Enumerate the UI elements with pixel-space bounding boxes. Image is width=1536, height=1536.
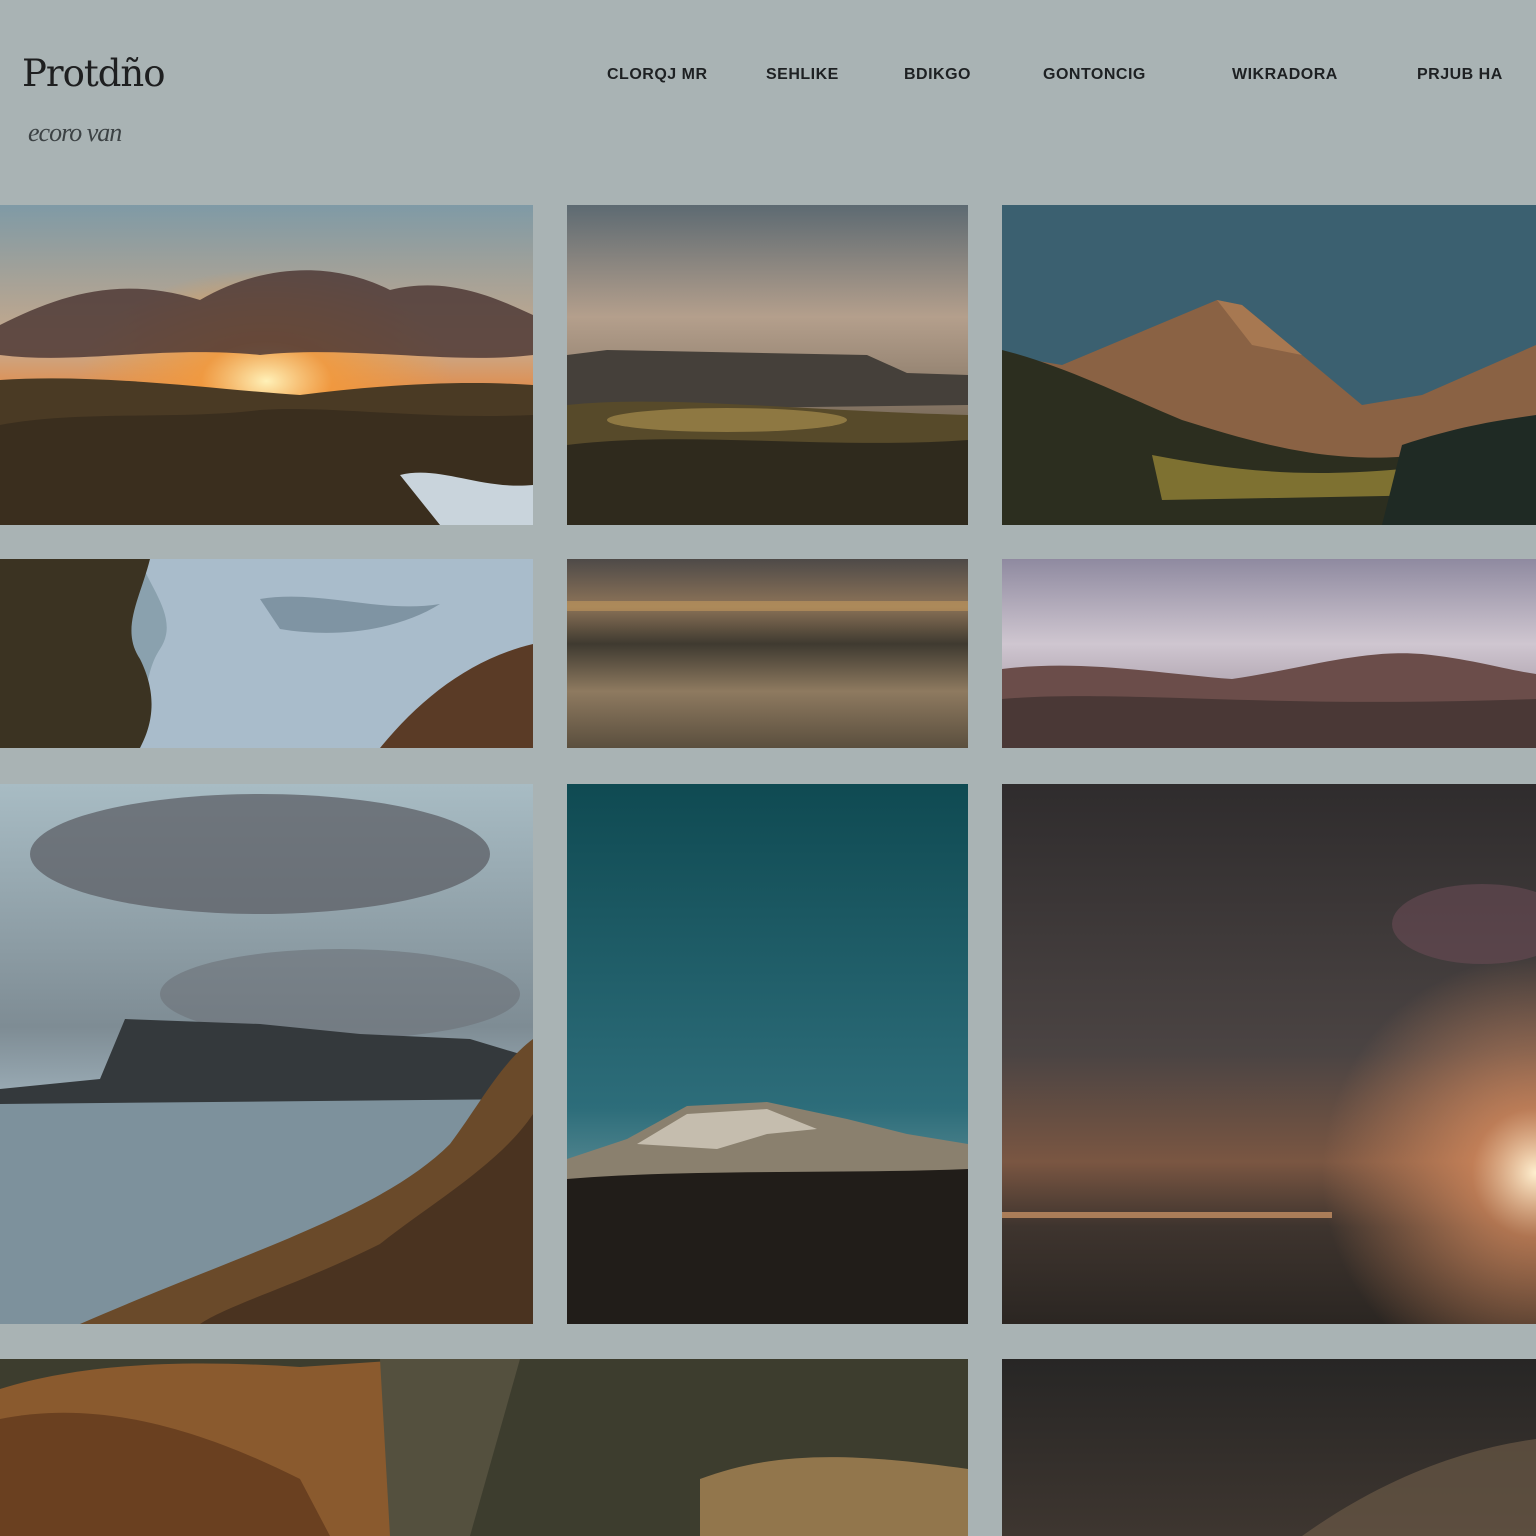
site-header: Protdño ecoro van CLORQJ MR SEHLIKE BDIK… [0, 0, 1536, 200]
gallery-photo-2[interactable] [567, 205, 968, 525]
site-tagline: ecoro van [28, 118, 122, 147]
nav-item-6[interactable]: PRJUB HA [1417, 66, 1503, 84]
gallery-photo-6[interactable] [1002, 559, 1536, 748]
gallery-photo-11[interactable] [1002, 1359, 1536, 1536]
nav-item-2[interactable]: SEHLIKE [766, 66, 839, 84]
gallery-photo-1[interactable] [0, 205, 533, 525]
nav-item-1[interactable]: CLORQJ MR [607, 66, 708, 84]
gallery-photo-5[interactable] [567, 559, 968, 748]
gallery-photo-10[interactable] [0, 1359, 968, 1536]
nav-item-3[interactable]: BDIKGO [904, 66, 971, 84]
main-nav: CLORQJ MR SEHLIKE BDIKGO GONTONCIG WIKRA… [0, 66, 1536, 90]
gallery-photo-8[interactable] [567, 784, 968, 1324]
nav-item-5[interactable]: WIKRADORA [1232, 66, 1338, 84]
gallery-photo-3[interactable] [1002, 205, 1536, 525]
gallery-photo-9[interactable] [1002, 784, 1536, 1324]
gallery-photo-4[interactable] [0, 559, 533, 748]
nav-item-4[interactable]: GONTONCIG [1043, 66, 1146, 84]
gallery-photo-7[interactable] [0, 784, 533, 1324]
